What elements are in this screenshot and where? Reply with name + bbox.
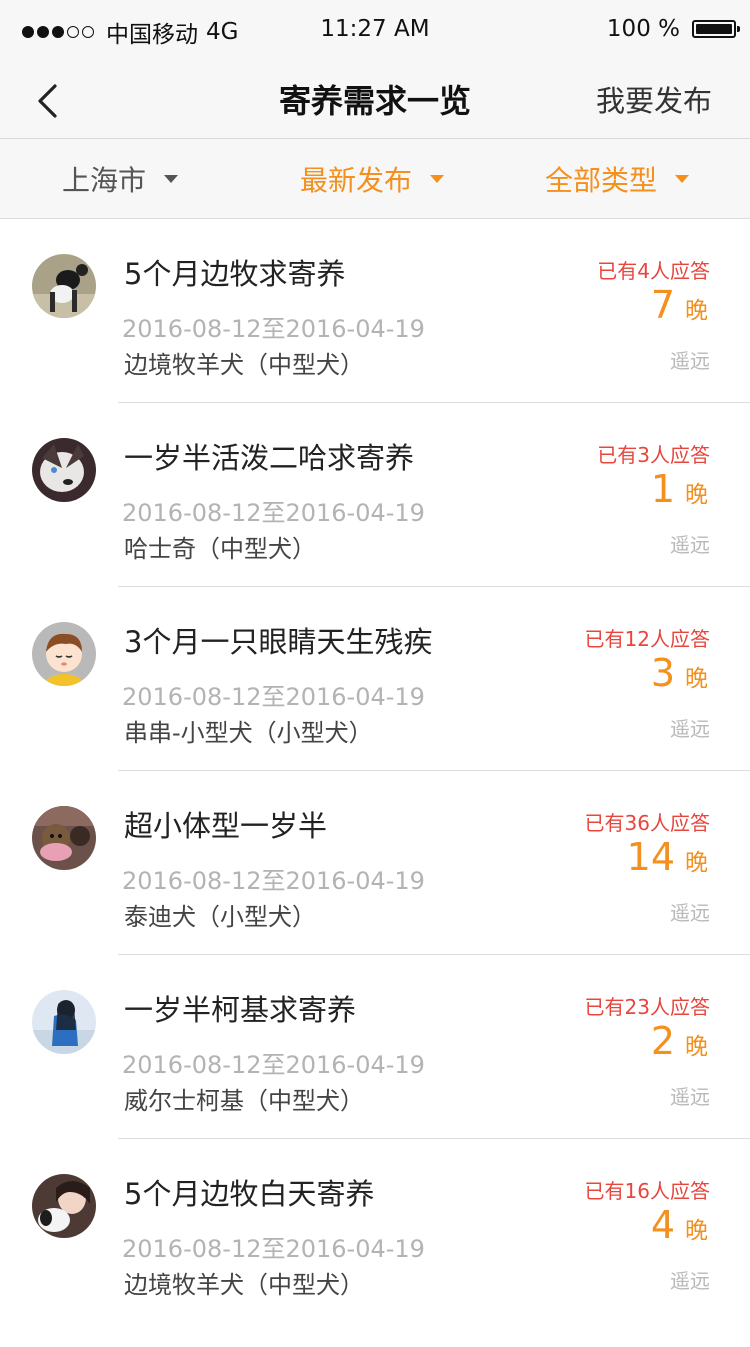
avatar bbox=[32, 1174, 96, 1238]
date-range: 2016-08-12至2016-04-19 bbox=[122, 1051, 425, 1079]
nights-unit: 晚 bbox=[685, 298, 708, 324]
avatar bbox=[32, 806, 96, 870]
nights-number: 4 bbox=[650, 1203, 675, 1247]
battery-icon bbox=[692, 20, 740, 38]
publish-button[interactable]: 我要发布 bbox=[596, 74, 712, 128]
nights-count: 14 晚 bbox=[627, 835, 708, 879]
filter-bar: 上海市 最新发布 全部类型 bbox=[0, 139, 750, 219]
breed-label: 边境牧羊犬（中型犬） bbox=[124, 1271, 364, 1299]
nights-count: 1 晚 bbox=[651, 467, 708, 511]
date-range: 2016-08-12至2016-04-19 bbox=[122, 683, 425, 711]
avatar bbox=[32, 438, 96, 502]
avatar bbox=[32, 254, 96, 318]
distance-label: 遥远 bbox=[670, 1085, 710, 1109]
reply-count: 已有12人应答 bbox=[584, 627, 710, 651]
date-range: 2016-08-12至2016-04-19 bbox=[122, 315, 425, 343]
type-filter[interactable]: 全部类型 bbox=[545, 139, 690, 218]
reply-count: 已有23人应答 bbox=[584, 995, 710, 1019]
nav-bar: 寄养需求一览 我要发布 bbox=[0, 64, 750, 139]
avatar bbox=[32, 990, 96, 1054]
list-item[interactable]: 5个月边牧求寄养 2016-08-12至2016-04-19 边境牧羊犬（中型犬… bbox=[0, 219, 750, 403]
type-filter-label: 全部类型 bbox=[545, 163, 658, 197]
distance-label: 遥远 bbox=[670, 901, 710, 925]
reply-count: 已有4人应答 bbox=[597, 259, 710, 283]
caret-down-icon bbox=[430, 174, 445, 183]
list-item[interactable]: 一岁半活泼二哈求寄养 2016-08-12至2016-04-19 哈士奇（中型犬… bbox=[0, 403, 750, 587]
request-title: 一岁半柯基求寄养 bbox=[124, 993, 357, 1027]
breed-label: 泰迪犬（小型犬） bbox=[124, 903, 316, 931]
distance-label: 遥远 bbox=[670, 1269, 710, 1293]
status-right: 100 % bbox=[606, 16, 740, 42]
nights-count: 2 晚 bbox=[651, 1019, 708, 1063]
breed-label: 串串-小型犬（小型犬） bbox=[124, 719, 373, 747]
reply-count: 已有3人应答 bbox=[597, 443, 710, 467]
date-range: 2016-08-12至2016-04-19 bbox=[122, 1235, 425, 1263]
foster-request-list: 5个月边牧求寄养 2016-08-12至2016-04-19 边境牧羊犬（中型犬… bbox=[0, 219, 750, 1323]
nights-unit: 晚 bbox=[685, 1034, 708, 1060]
breed-label: 哈士奇（中型犬） bbox=[124, 535, 316, 563]
distance-label: 遥远 bbox=[670, 533, 710, 557]
list-item[interactable]: 一岁半柯基求寄养 2016-08-12至2016-04-19 威尔士柯基（中型犬… bbox=[0, 955, 750, 1139]
city-filter[interactable]: 上海市 bbox=[62, 139, 179, 218]
nights-unit: 晚 bbox=[685, 666, 708, 692]
list-item[interactable]: 5个月边牧白天寄养 2016-08-12至2016-04-19 边境牧羊犬（中型… bbox=[0, 1139, 750, 1323]
request-title: 3个月一只眼睛天生残疾 bbox=[124, 625, 433, 659]
sort-filter-label: 最新发布 bbox=[300, 163, 413, 197]
battery-percent: 100 % bbox=[606, 16, 680, 42]
distance-label: 遥远 bbox=[670, 349, 710, 373]
request-title: 一岁半活泼二哈求寄养 bbox=[124, 441, 415, 475]
list-item[interactable]: 超小体型一岁半 2016-08-12至2016-04-19 泰迪犬（小型犬） 已… bbox=[0, 771, 750, 955]
request-title: 5个月边牧白天寄养 bbox=[124, 1177, 375, 1211]
distance-label: 遥远 bbox=[670, 717, 710, 741]
city-filter-label: 上海市 bbox=[62, 163, 147, 197]
nights-count: 3 晚 bbox=[651, 651, 708, 695]
reply-count: 已有36人应答 bbox=[584, 811, 710, 835]
reply-count: 已有16人应答 bbox=[584, 1179, 710, 1203]
avatar bbox=[32, 622, 96, 686]
nights-count: 4 晚 bbox=[651, 1203, 708, 1247]
nights-unit: 晚 bbox=[685, 482, 708, 508]
nights-number: 3 bbox=[650, 651, 675, 695]
breed-label: 边境牧羊犬（中型犬） bbox=[124, 351, 364, 379]
nights-unit: 晚 bbox=[685, 850, 708, 876]
nights-number: 2 bbox=[650, 1019, 675, 1063]
nights-number: 1 bbox=[650, 467, 675, 511]
caret-down-icon bbox=[164, 174, 179, 183]
sort-filter[interactable]: 最新发布 bbox=[300, 139, 445, 218]
date-range: 2016-08-12至2016-04-19 bbox=[122, 499, 425, 527]
status-bar: 中国移动 4G 11:27 AM 100 % bbox=[0, 0, 750, 64]
date-range: 2016-08-12至2016-04-19 bbox=[122, 867, 425, 895]
nights-number: 14 bbox=[626, 835, 675, 879]
nights-count: 7 晚 bbox=[651, 283, 708, 327]
request-title: 超小体型一岁半 bbox=[124, 809, 328, 843]
breed-label: 威尔士柯基（中型犬） bbox=[124, 1087, 364, 1115]
nights-number: 7 bbox=[650, 283, 675, 327]
list-item[interactable]: 3个月一只眼睛天生残疾 2016-08-12至2016-04-19 串串-小型犬… bbox=[0, 587, 750, 771]
request-title: 5个月边牧求寄养 bbox=[124, 257, 346, 291]
nights-unit: 晚 bbox=[685, 1218, 708, 1244]
caret-down-icon bbox=[675, 174, 690, 183]
